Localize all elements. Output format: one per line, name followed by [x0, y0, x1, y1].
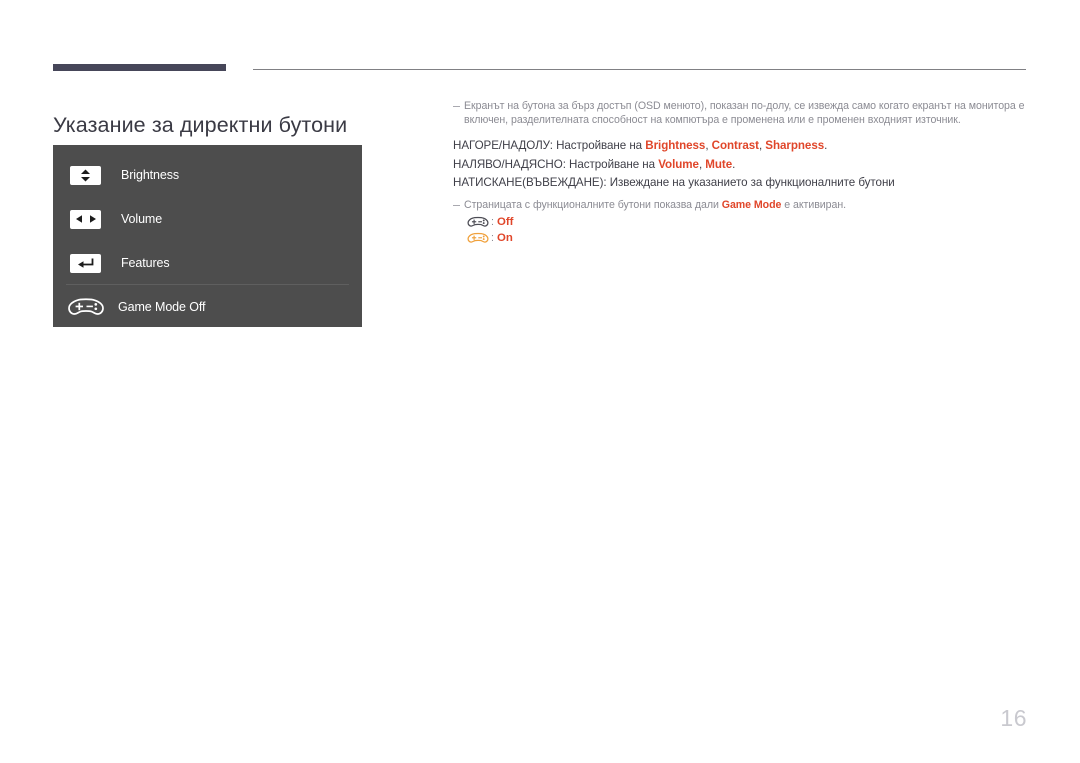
left-right-arrows-icon: [70, 209, 101, 229]
game-mode-off-state: Off: [496, 215, 514, 228]
note-game-mode: Страницата с функционалните бутони показ…: [453, 199, 1028, 213]
note-game-mode-prefix: Страницата с функционалните бутони показ…: [464, 198, 722, 211]
osd-menu-panel: Brightness Volume Features Game Mode Off: [53, 145, 362, 327]
instruction-list: НАГОРЕ/НАДОЛУ: Настройване на Brightness…: [453, 137, 1028, 193]
note-game-mode-suffix: е активиран.: [781, 198, 847, 211]
note-dash-icon: [453, 204, 460, 207]
game-mode-off-separator: :: [491, 215, 494, 228]
gamepad-icon: [66, 295, 106, 320]
right-column: Екранът на бутона за бърз достъп (OSD ме…: [453, 100, 1028, 246]
manual-page: { "page": { "title": "Указание за директ…: [0, 0, 1080, 763]
enter-return-arrow-icon: [70, 253, 101, 273]
instruction-left-right-prefix: НАЛЯВО/НАДЯСНО: Настройване на: [453, 157, 659, 171]
osd-row-volume[interactable]: Volume: [53, 197, 362, 241]
osd-label-features: Features: [121, 256, 170, 270]
osd-row-game-mode[interactable]: Game Mode Off: [53, 285, 362, 329]
instruction-up-down: НАГОРЕ/НАДОЛУ: Настройване на Brightness…: [453, 139, 828, 153]
note-dash-icon: [453, 106, 460, 108]
note-game-mode-bold: Game Mode: [721, 198, 782, 211]
page-title: Указание за директни бутони: [53, 113, 348, 138]
osd-label-volume: Volume: [121, 212, 163, 226]
header-rule-thick: [53, 64, 226, 71]
instruction-up-down-item-0: Brightness: [645, 139, 706, 153]
instruction-up-down-prefix: НАГОРЕ/НАДОЛУ: Настройване на: [453, 139, 646, 153]
gamepad-off-icon: [465, 215, 491, 229]
game-mode-state-off: : Off: [465, 214, 1028, 229]
osd-label-brightness: Brightness: [121, 168, 180, 182]
header-rules: [53, 64, 1026, 74]
instruction-left-right-item-0: Volume: [658, 157, 699, 171]
gamepad-on-icon: [465, 231, 491, 245]
instruction-left-right: НАЛЯВО/НАДЯСНО: Настройване на Volume, M…: [453, 157, 736, 171]
instruction-up-down-item-2: Sharpness: [765, 139, 825, 153]
instruction-up-down-suffix: .: [824, 139, 828, 153]
page-number: 16: [1000, 705, 1027, 731]
instruction-press-enter: НАТИСКАНЕ(ВЪВЕЖДАНЕ): Извеждане на указа…: [453, 174, 1028, 193]
game-mode-on-state: On: [496, 231, 513, 244]
instruction-up-down-item-1: Contrast: [711, 139, 759, 153]
instruction-left-right-item-1: Mute: [705, 157, 733, 171]
game-mode-on-separator: :: [491, 231, 494, 244]
osd-label-game-mode: Game Mode Off: [118, 300, 206, 314]
header-rule-thin: [253, 69, 1026, 70]
game-mode-state-on: : On: [465, 230, 1028, 245]
instruction-left-right-suffix: .: [732, 157, 736, 171]
instruction-press-enter-text: НАТИСКАНЕ(ВЪВЕЖДАНЕ): Извеждане на указа…: [453, 176, 895, 190]
osd-row-features[interactable]: Features: [53, 241, 362, 285]
game-mode-state-list: : Off : On: [453, 214, 1028, 245]
note-intro: Екранът на бутона за бърз достъп (OSD ме…: [453, 100, 1028, 127]
osd-row-brightness[interactable]: Brightness: [53, 153, 362, 197]
note-intro-text: Екранът на бутона за бърз достъп (OSD ме…: [464, 100, 1025, 126]
up-down-arrows-icon: [70, 165, 101, 185]
